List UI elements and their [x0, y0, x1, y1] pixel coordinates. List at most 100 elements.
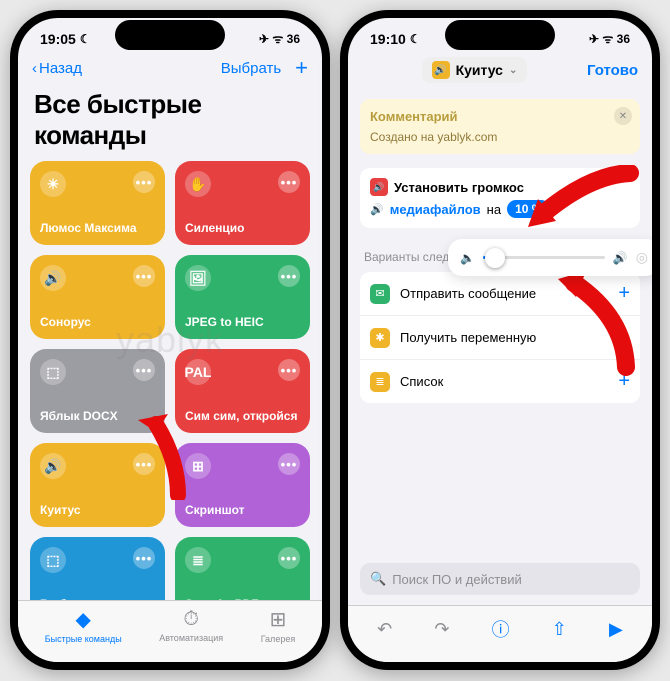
screen-right: 19:10☾ ✈ ᯤ 36 🔊 Куитус ⌄ Готово Коммента…	[348, 18, 652, 662]
phone-left: 19:05☾ ✈ ᯤ 36 ‹ Назад Выбрать + Все быст…	[10, 10, 330, 670]
play-button[interactable]: ▶	[609, 619, 623, 640]
card-label: Скриншот	[185, 503, 300, 517]
card-menu-button[interactable]: •••	[278, 547, 300, 569]
share-button[interactable]: ⇧	[552, 619, 567, 640]
speaker-low-icon: 🔈	[460, 251, 475, 265]
add-option-button[interactable]: +	[618, 370, 630, 393]
close-icon[interactable]: ✕	[614, 107, 632, 125]
card-label: Сонорус	[40, 315, 155, 329]
card-icon: ⊞	[185, 453, 211, 479]
shortcut-title: Куитус	[456, 62, 503, 78]
speaker-high-icon: 🔊	[613, 251, 628, 265]
tab-Галерея[interactable]: ⊞ Галерея	[261, 607, 296, 644]
volume-value-pill[interactable]: 10 %	[507, 200, 550, 218]
search-field[interactable]: 🔍 Поиск ПО и действий	[360, 563, 640, 595]
card-menu-button[interactable]: •••	[133, 547, 155, 569]
nav-bar: ‹ Назад Выбрать +	[18, 49, 322, 87]
tab-Быстрые команды[interactable]: ◆Быстрые команды	[45, 607, 122, 644]
card-label: Силенцио	[185, 221, 300, 235]
card-menu-button[interactable]: •••	[133, 265, 155, 287]
card-menu-button[interactable]: •••	[278, 359, 300, 381]
tab-Автоматизация[interactable]: ⏱Автоматизация	[159, 608, 223, 643]
undo-button[interactable]: ↶	[377, 619, 392, 640]
moon-icon: ☾	[410, 32, 421, 46]
chevron-down-icon: ⌄	[509, 65, 517, 76]
card-icon: ✋	[185, 171, 211, 197]
tab-label: Галерея	[261, 634, 296, 644]
moon-icon: ☾	[80, 32, 91, 46]
shortcut-card[interactable]: ≣ ••• Save As PDF	[175, 537, 310, 600]
shortcut-title-chip[interactable]: 🔊 Куитус ⌄	[422, 57, 528, 83]
shortcut-card[interactable]: 🔊 ••• Куитус	[30, 443, 165, 527]
tab-bar: ◆Быстрые команды ⏱Автоматизация ⊞ Галерея	[18, 600, 322, 662]
shortcuts-grid: ☀•••Люмос Максима✋•••Силенцио🔊•••Сонорус…	[18, 161, 322, 600]
card-menu-button[interactable]: •••	[278, 265, 300, 287]
volume-slider-popover[interactable]: 🔈 🔊 ◎	[448, 239, 652, 276]
card-icon: ≣	[185, 547, 211, 573]
action-verb: Установить громкос	[394, 180, 524, 195]
card-icon: PAL	[185, 359, 211, 385]
add-button[interactable]: +	[295, 55, 308, 81]
status-icons: ✈ ᯤ 36	[589, 30, 630, 47]
card-icon: ⬚	[40, 547, 66, 573]
add-option-button[interactable]: +	[618, 282, 630, 305]
card-icon: ☀	[40, 171, 66, 197]
add-option-button[interactable]: +	[618, 326, 630, 349]
editor-body: Комментарий Создано на yablyk.com ✕ 🔊 Ус…	[348, 91, 652, 553]
shortcut-card[interactable]: PAL ••• Сим сим, откройся	[175, 349, 310, 433]
card-label: Куитус	[40, 503, 155, 517]
done-button[interactable]: Готово	[587, 62, 638, 79]
card-label: Save As PDF	[185, 597, 300, 600]
option-row[interactable]: ✉Отправить сообщение+	[360, 272, 640, 316]
option-label: Получить переменную	[400, 330, 536, 345]
option-icon: ≣	[370, 372, 390, 392]
card-label: Сим сим, откройся	[185, 409, 300, 423]
screen-left: 19:05☾ ✈ ᯤ 36 ‹ Назад Выбрать + Все быст…	[18, 18, 322, 662]
status-icons: ✈ ᯤ 36	[259, 30, 300, 47]
option-label: Список	[400, 374, 443, 389]
route-icon[interactable]: ◎	[636, 249, 648, 266]
editor-toolbar: ↶ ↷ ⓘ ⇧ ▶	[348, 605, 652, 662]
comment-header: Комментарий	[370, 109, 630, 124]
dynamic-island	[115, 20, 225, 50]
card-label: JPEG to HEIC	[185, 315, 300, 329]
comment-block: Комментарий Создано на yablyk.com ✕	[360, 99, 640, 154]
search-icon: 🔍	[370, 571, 386, 587]
phone-right: 19:10☾ ✈ ᯤ 36 🔊 Куитус ⌄ Готово Коммента…	[340, 10, 660, 670]
comment-text: Создано на yablyk.com	[370, 130, 630, 144]
card-icon: 🔊	[40, 453, 66, 479]
card-icon: 🖼	[185, 265, 211, 291]
option-label: Отправить сообщение	[400, 286, 536, 301]
tab-icon: ⊞	[270, 607, 287, 632]
card-label: Яблык DOCX	[40, 409, 155, 423]
slider-track[interactable]	[483, 256, 605, 259]
card-menu-button[interactable]: •••	[133, 359, 155, 381]
shortcut-card[interactable]: ⬚•••Яблык DOCX	[30, 349, 165, 433]
tab-label: Быстрые команды	[45, 634, 122, 644]
option-row[interactable]: ≣ Список +	[360, 360, 640, 403]
card-menu-button[interactable]: •••	[278, 171, 300, 193]
redo-button[interactable]: ↷	[434, 619, 449, 640]
card-icon: 🔊	[40, 265, 66, 291]
info-button[interactable]: ⓘ	[492, 616, 510, 642]
option-row[interactable]: ✱Получить переменную+	[360, 316, 640, 360]
card-menu-button[interactable]: •••	[278, 453, 300, 475]
shortcut-card[interactable]: 🔊 ••• Сонорус	[30, 255, 165, 339]
status-time: 19:05	[40, 31, 76, 47]
shortcut-card[interactable]: ☀•••Люмос Максима	[30, 161, 165, 245]
select-button[interactable]: Выбрать	[221, 60, 281, 77]
tab-label: Автоматизация	[159, 633, 223, 643]
speaker-icon: 🔊	[370, 178, 388, 196]
card-menu-button[interactable]: •••	[133, 171, 155, 193]
shortcut-card[interactable]: ⬚•••Выбрать из меню	[30, 537, 165, 600]
shortcut-card[interactable]: ⊞ ••• Скриншот	[175, 443, 310, 527]
card-menu-button[interactable]: •••	[133, 453, 155, 475]
back-label: Назад	[39, 60, 82, 77]
speaker-small-icon: 🔊	[370, 203, 384, 216]
shortcut-card[interactable]: ✋ ••• Силенцио	[175, 161, 310, 245]
slider-knob[interactable]	[485, 248, 505, 268]
media-link[interactable]: медиафайлов	[390, 202, 481, 217]
set-volume-action[interactable]: 🔊 Установить громкос 🔊 медиафайлов на 10…	[360, 168, 640, 228]
shortcut-card[interactable]: 🖼 ••• JPEG to HEIC	[175, 255, 310, 339]
back-button[interactable]: ‹ Назад	[32, 60, 82, 77]
